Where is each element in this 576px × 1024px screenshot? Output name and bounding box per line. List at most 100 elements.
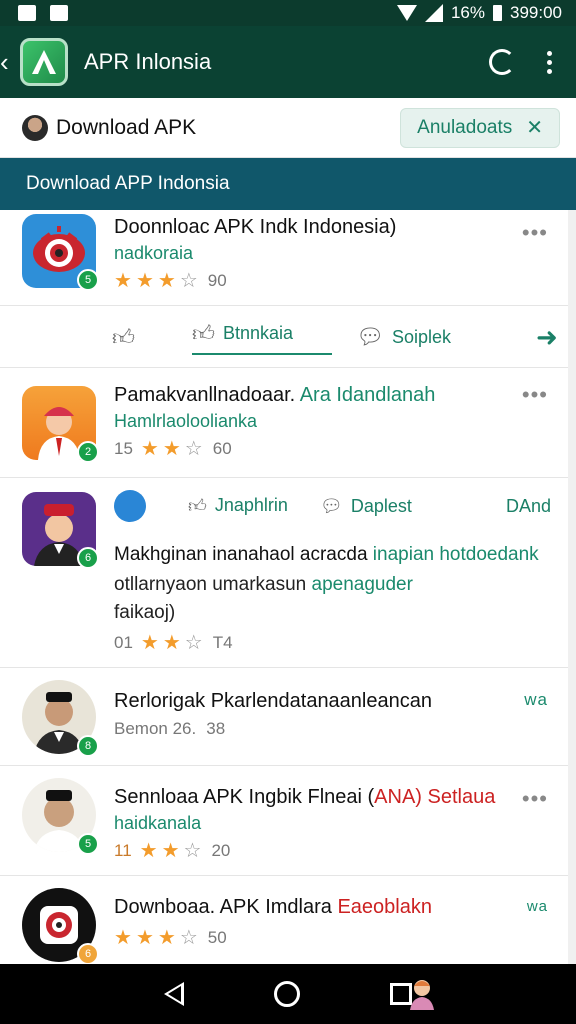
battery-percent: 16%	[450, 3, 485, 22]
item-title-part: Sennloaa APK Ingbik Flneai (	[114, 786, 375, 808]
rating-count: 90	[207, 270, 227, 290]
rating-count: T4	[212, 632, 233, 652]
back-arrow-icon[interactable]: ‹	[0, 47, 18, 78]
version-badge: 8	[77, 735, 99, 757]
more-horizontal-icon[interactable]: •••	[522, 220, 548, 246]
version-badge: 5	[77, 269, 99, 291]
section-header: Download APP Indonsia	[0, 158, 576, 210]
item-title: Sennloaa APK Ingbik Flneai (ANA) Setlaua	[114, 786, 550, 809]
item-title-highlight: Ara Idandlanah	[299, 384, 436, 406]
rating-prefix: 15	[114, 438, 133, 458]
star-icon: ★	[135, 270, 154, 292]
app-logo	[20, 38, 68, 86]
star-icon: ★	[162, 632, 181, 654]
item-subtitle: haidkanala	[114, 813, 202, 833]
comment-bubble-icon: 💬︎	[320, 495, 343, 516]
item-title-highlight: ANA) Setlaua	[374, 786, 496, 808]
rating: ★ ★ ★ ☆ 90	[114, 268, 550, 293]
rating: 01 ★ ★ ☆ T4	[114, 630, 550, 655]
star-icon: ★	[135, 927, 154, 949]
rating: ★ ★ ★ ☆ 50	[114, 925, 550, 950]
thumbs-up-icon: 👍︎	[188, 496, 207, 516]
rating-count: 20	[211, 840, 231, 860]
star-icon: ★	[140, 632, 159, 654]
thumbs-up-icon: 👍︎	[192, 320, 215, 346]
rating-count: 38	[206, 719, 226, 738]
item-subtitle: nadkoraia	[114, 243, 194, 263]
list-item[interactable]: 5 Doonnloac APK Indk Indonesia) nadkorai…	[0, 210, 568, 306]
item-title: Doonnloac APK Indk Indonesia)	[114, 216, 397, 238]
star-icon: ★	[140, 438, 159, 460]
item-title-part: Makhginan inanahaol acracda	[114, 544, 368, 565]
app-icon: 6	[22, 492, 99, 569]
item-title-part: Downboaa. APK Imdlara	[114, 896, 332, 918]
filter-chip[interactable]: Anuladoats ✕	[400, 107, 560, 148]
refresh-icon[interactable]	[489, 49, 515, 75]
item-title-part: Pamakvanllnadoaar.	[114, 384, 296, 406]
close-icon[interactable]: ✕	[526, 115, 543, 140]
nav-home-icon[interactable]	[274, 981, 300, 1007]
comment-button[interactable]: 💬︎ Soiplek	[356, 324, 536, 350]
list-item[interactable]: 2 Pamakvanllnadoaar. Ara Idandlanah Haml…	[0, 368, 568, 478]
comment-button[interactable]: 💬︎ Daplest	[320, 496, 506, 517]
star-icon: ★	[114, 270, 132, 292]
share-arrow-icon[interactable]: ➜	[536, 322, 558, 353]
extra-action[interactable]: DAnd	[506, 496, 551, 517]
android-icon	[50, 5, 68, 21]
star-icon: ★	[162, 438, 181, 460]
item-title: Pamakvanllnadoaar. Ara Idandlanah	[114, 384, 550, 407]
version-badge: 6	[77, 547, 99, 569]
item-title-highlight: Eaeoblakn	[337, 896, 432, 918]
status-bar: 16% 399:00	[0, 0, 576, 26]
list-item[interactable]: 5 Sennloaa APK Ingbik Flneai (ANA) Setla…	[0, 766, 568, 876]
download-bar: Download APK Anuladoats ✕	[0, 98, 576, 158]
a-letter-icon	[32, 50, 56, 74]
item-title: Rerlorigak Pkarlendatanaanleancan	[114, 690, 432, 712]
more-horizontal-icon[interactable]: •••	[522, 786, 548, 812]
rating: 15 ★ ★ ☆ 60	[114, 436, 550, 461]
star-icon: ★	[139, 840, 158, 862]
overflow-menu-icon[interactable]	[547, 50, 552, 74]
star-empty-icon: ☆	[184, 632, 203, 654]
rating-prefix: 01	[114, 632, 133, 652]
right-label: wa	[526, 898, 548, 915]
app-icon: 2	[22, 386, 99, 463]
clock: 399:00	[510, 3, 562, 22]
signal-icon	[424, 4, 443, 22]
avatar	[22, 114, 48, 141]
list-item[interactable]: 6 👍︎ Jnaphlrin 💬︎ Daplest DAnd Makhginan i…	[0, 478, 568, 668]
system-nav-bar	[0, 964, 576, 1024]
nav-back-icon[interactable]	[164, 982, 184, 1006]
item-line3: faikaoj)	[114, 602, 176, 623]
thumbs-up-outline-icon[interactable]: 👍︎	[112, 324, 192, 351]
star-empty-icon: ☆	[183, 840, 202, 862]
rating: Bemon 26. 38	[114, 719, 550, 739]
comment-label: Soiplek	[391, 326, 451, 347]
action-row: 👍︎ 👍︎ Btnnkaia 💬︎ Soiplek ➜	[0, 306, 568, 368]
star-empty-icon: ☆	[184, 438, 203, 460]
app-title: APR Inlonsia	[84, 49, 212, 74]
item-subtitle: Bemon 26.	[114, 719, 197, 738]
like-button[interactable]: 👍︎ Btnnkaia	[192, 320, 332, 355]
app-icon: 8	[22, 680, 99, 757]
app-icon: 5	[22, 214, 99, 291]
more-horizontal-icon[interactable]: •••	[522, 382, 548, 408]
version-badge: 2	[77, 441, 99, 463]
assistant-avatar-icon[interactable]	[408, 976, 436, 1010]
download-label: Download APK	[56, 115, 197, 139]
notification-icon	[18, 5, 36, 21]
item-title: Downboaa. APK Imdlara Eaeoblakn	[114, 896, 550, 919]
app-icon: 6	[22, 888, 99, 964]
version-badge: 5	[77, 833, 99, 855]
right-label: wa	[524, 690, 548, 709]
app-icon: 5	[22, 778, 99, 855]
rating-count: 60	[212, 438, 232, 458]
wifi-icon	[396, 5, 417, 21]
like-button[interactable]: 👍︎ Jnaphlrin	[188, 495, 320, 517]
action-row: 👍︎ Jnaphlrin 💬︎ Daplest DAnd	[114, 490, 551, 522]
info-icon[interactable]	[114, 490, 146, 522]
comment-bubble-icon: 💬︎	[356, 324, 384, 349]
list-item[interactable]: 6 Downboaa. APK Imdlara Eaeoblakn ★ ★ ★ …	[0, 876, 568, 964]
item-line2-text: otllarnyaon umarkasun	[114, 574, 307, 595]
list-item[interactable]: 8 Rerlorigak Pkarlendatanaanleancan Bemo…	[0, 668, 568, 766]
